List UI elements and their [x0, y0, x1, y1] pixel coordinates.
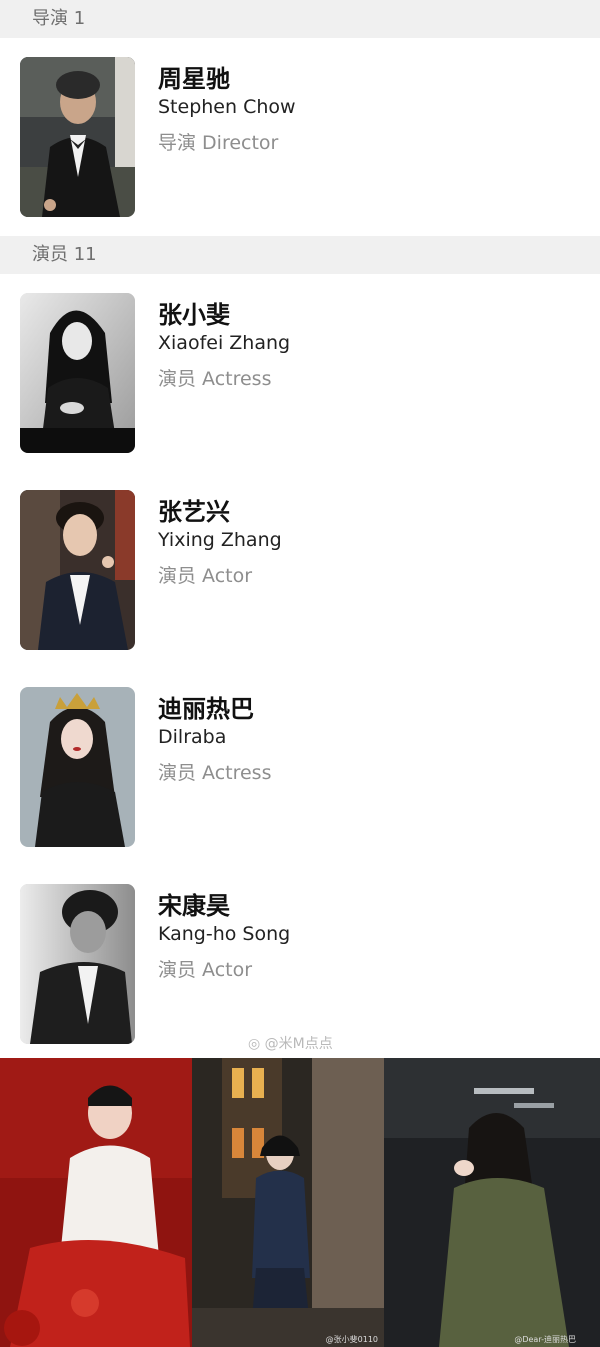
section-header-director: 导演 1 — [0, 0, 600, 38]
actor-row[interactable]: 张艺兴 Yixing Zhang 演员 Actor — [0, 490, 600, 650]
person-role: 演员 Actress — [158, 368, 272, 390]
weibo-watermark: ◎ @米M点点 — [248, 1033, 333, 1053]
strip-photo-left[interactable] — [0, 1058, 192, 1347]
person-name-en: Xiaofei Zhang — [158, 332, 291, 354]
section-header-actors: 演员 11 — [0, 236, 600, 274]
watermark-text: @米M点点 — [264, 1036, 333, 1052]
photo-credit: @Dear-迪丽热巴 — [514, 1335, 576, 1344]
weibo-icon: ◎ — [248, 1036, 261, 1052]
person-name-en: Stephen Chow — [158, 96, 296, 118]
actor-photo[interactable] — [20, 687, 135, 847]
person-role: 演员 Actor — [158, 565, 253, 587]
person-role: 导演 Director — [158, 132, 279, 154]
director-row[interactable]: 周星驰 Stephen Chow 导演 Director — [0, 57, 600, 217]
actor-photo[interactable] — [20, 490, 135, 650]
actor-row[interactable]: 迪丽热巴 Dilraba 演员 Actress — [0, 687, 600, 847]
actor-row[interactable]: 宋康昊 Kang-ho Song 演员 Actor — [0, 884, 600, 1044]
person-role: 演员 Actor — [158, 959, 253, 981]
person-name-cn: 宋康昊 — [158, 892, 230, 920]
actor-row[interactable]: 张小斐 Xiaofei Zhang 演员 Actress — [0, 293, 600, 453]
person-name-en: Yixing Zhang — [158, 529, 282, 551]
person-name-cn: 迪丽热巴 — [158, 695, 254, 723]
person-role: 演员 Actress — [158, 762, 272, 784]
photo-credit: @张小斐0110 — [325, 1335, 378, 1344]
photo-strip: @张小斐0110 @Dear-迪丽热巴 — [0, 1058, 600, 1347]
strip-photo-middle[interactable]: @张小斐0110 — [192, 1058, 384, 1347]
director-photo[interactable] — [20, 57, 135, 217]
actor-photo[interactable] — [20, 884, 135, 1044]
strip-photo-right[interactable]: @Dear-迪丽热巴 — [384, 1058, 600, 1347]
person-name-cn: 张艺兴 — [158, 498, 230, 526]
actor-photo[interactable] — [20, 293, 135, 453]
section-title: 导演 1 — [32, 8, 86, 29]
section-title: 演员 11 — [32, 244, 97, 265]
person-name-en: Dilraba — [158, 726, 227, 748]
person-name-cn: 张小斐 — [158, 301, 230, 329]
person-name-en: Kang-ho Song — [158, 923, 291, 945]
person-name-cn: 周星驰 — [158, 65, 230, 93]
